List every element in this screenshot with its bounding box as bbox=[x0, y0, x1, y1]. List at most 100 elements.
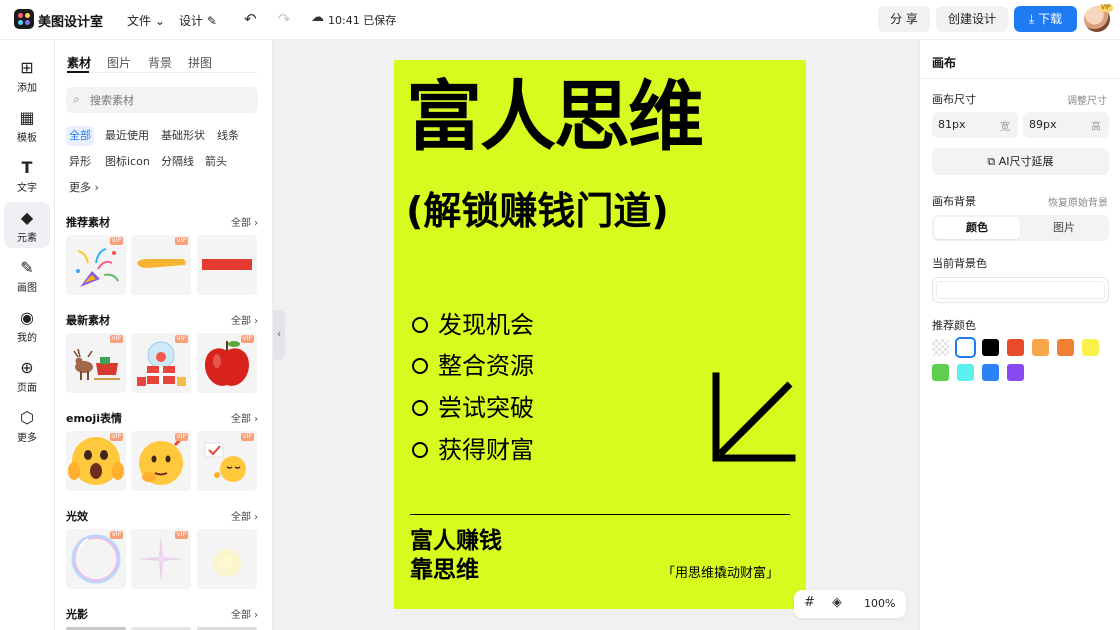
color-swatch-black[interactable] bbox=[982, 339, 999, 356]
color-swatch-light-orange[interactable] bbox=[1032, 339, 1049, 356]
download-button[interactable]: ⤓ 下载 bbox=[1014, 6, 1077, 32]
section-title: 光影 bbox=[66, 608, 88, 621]
height-value: 89px bbox=[1029, 118, 1057, 131]
chip-recent[interactable]: 最近使用 bbox=[102, 126, 152, 146]
panel-divider bbox=[920, 78, 1120, 79]
arrow-down-left-icon[interactable] bbox=[706, 368, 796, 468]
chip-basic-shapes[interactable]: 基础形状 bbox=[158, 126, 208, 146]
tab-background[interactable]: 背景 bbox=[148, 54, 172, 71]
chip-lines[interactable]: 线条 bbox=[214, 126, 242, 146]
chip-more[interactable]: 更多 › bbox=[66, 178, 102, 198]
circle-bullet-icon bbox=[412, 442, 428, 458]
poster-footer-line1[interactable]: 富人赚钱 bbox=[410, 527, 502, 555]
color-swatch-red[interactable] bbox=[1007, 339, 1024, 356]
poster-footer-line2[interactable]: 靠思维 bbox=[410, 556, 479, 584]
color-swatch-green[interactable] bbox=[932, 364, 949, 381]
app-logo-icon[interactable] bbox=[14, 9, 34, 29]
rail-item-mine[interactable]: ◉ 我的 bbox=[4, 302, 50, 348]
search-box[interactable]: ⌕ bbox=[66, 87, 258, 113]
section-more-link[interactable]: 全部 › bbox=[231, 312, 258, 327]
background-type-toggle: 颜色 图片 bbox=[932, 215, 1109, 241]
ai-extend-button[interactable]: ⧉ AI尺寸延展 bbox=[932, 148, 1109, 175]
tab-material[interactable]: 素材 bbox=[67, 54, 91, 71]
height-field[interactable]: 89px 高 bbox=[1023, 112, 1109, 138]
poster-canvas[interactable]: 富人思维 (解锁赚钱门道) 发现机会 整合资源 尝试突破 获得财富 富人赚钱 靠… bbox=[394, 60, 806, 609]
chip-dividers[interactable]: 分隔线 bbox=[158, 152, 197, 172]
color-swatch-cyan[interactable] bbox=[957, 364, 974, 381]
poster-subtitle[interactable]: (解锁赚钱门道) bbox=[406, 188, 669, 234]
design-menu[interactable]: 设计 ✎ bbox=[179, 12, 217, 29]
ai-extend-icon: ⧉ bbox=[987, 155, 996, 168]
zoom-level[interactable]: 100% bbox=[864, 597, 895, 610]
material-yellow-glow[interactable] bbox=[197, 529, 257, 589]
share-button[interactable]: 分 享 bbox=[878, 6, 930, 32]
current-bg-color-field[interactable] bbox=[932, 277, 1109, 303]
tab-collage[interactable]: 拼图 bbox=[188, 54, 212, 71]
material-sleepy-emoji[interactable]: VIP bbox=[197, 431, 257, 491]
seg-color[interactable]: 颜色 bbox=[934, 217, 1020, 239]
color-swatch-orange[interactable] bbox=[1057, 339, 1074, 356]
section-more-label: 全部 bbox=[231, 512, 251, 523]
section-title: 光效 bbox=[66, 510, 88, 523]
color-swatch-transparent[interactable] bbox=[932, 339, 949, 356]
tab-image[interactable]: 图片 bbox=[107, 54, 131, 71]
properties-panel: 画布 画布尺寸 调整尺寸 81px 宽 89px 高 ⧉ AI尺寸延展 画布背景… bbox=[919, 40, 1120, 630]
material-red-apple[interactable]: VIP bbox=[197, 333, 257, 393]
redo-icon[interactable]: ↷ bbox=[278, 10, 291, 28]
width-field[interactable]: 81px 宽 bbox=[932, 112, 1018, 138]
poster-list-item[interactable]: 整合资源 bbox=[412, 351, 534, 381]
chevron-down-icon: ⌄ bbox=[154, 14, 165, 28]
layers-icon[interactable]: ◈ bbox=[832, 595, 842, 610]
material-screaming-emoji[interactable]: VIP bbox=[66, 431, 126, 491]
material-christmas-gift[interactable]: VIP bbox=[131, 333, 191, 393]
poster-list-item[interactable]: 获得财富 bbox=[412, 435, 534, 465]
plus-square-icon: ⊞ bbox=[20, 58, 34, 77]
material-reindeer-sleigh[interactable]: VIP bbox=[66, 333, 126, 393]
section-more-link[interactable]: 全部 › bbox=[231, 508, 258, 523]
chip-arrows[interactable]: 箭头 bbox=[202, 152, 230, 172]
adjust-size-link[interactable]: 调整尺寸 bbox=[1067, 92, 1107, 107]
rail-item-draw[interactable]: ✎ 画图 bbox=[4, 252, 50, 298]
file-menu[interactable]: 文件 ⌄ bbox=[127, 12, 165, 29]
material-yellow-stroke[interactable]: VIP bbox=[131, 235, 191, 295]
app-name[interactable]: 美图设计室 bbox=[38, 11, 103, 30]
section-more-link[interactable]: 全部 › bbox=[231, 606, 258, 621]
restore-background-link[interactable]: 恢复原始背景 bbox=[1048, 194, 1108, 209]
color-swatch-purple[interactable] bbox=[1007, 364, 1024, 381]
color-swatch-blue[interactable] bbox=[982, 364, 999, 381]
rail-item-add[interactable]: ⊞ 添加 bbox=[4, 52, 50, 98]
chip-special-shape[interactable]: 异形 bbox=[66, 152, 94, 172]
search-input[interactable] bbox=[90, 91, 250, 109]
section-more-link[interactable]: 全部 › bbox=[231, 410, 258, 425]
collapse-panel-handle[interactable]: ‹ bbox=[273, 310, 285, 360]
canvas-background-label: 画布背景 bbox=[932, 195, 976, 208]
poster-slogan[interactable]: 「用思维撬动财富」 bbox=[662, 565, 779, 583]
section-more-link[interactable]: 全部 › bbox=[231, 214, 258, 229]
panel-title: 画布 bbox=[932, 56, 957, 70]
material-thinking-emoji[interactable]: VIP bbox=[131, 431, 191, 491]
material-red-bar[interactable] bbox=[197, 235, 257, 295]
rail-item-text[interactable]: T 文字 bbox=[4, 152, 50, 198]
vip-badge: VIP bbox=[174, 237, 188, 245]
rail-item-more[interactable]: ⬡ 更多 bbox=[4, 402, 50, 448]
chip-all[interactable]: 全部 bbox=[66, 126, 94, 146]
rail-item-template[interactable]: ▦ 模板 bbox=[4, 102, 50, 148]
color-swatch-yellow[interactable] bbox=[1082, 339, 1099, 356]
chip-icons[interactable]: 图标icon bbox=[102, 152, 153, 172]
create-design-button[interactable]: 创建设计 bbox=[936, 6, 1008, 32]
rail-item-elements[interactable]: ◆ 元素 bbox=[4, 202, 50, 248]
poster-list-item[interactable]: 尝试突破 bbox=[412, 393, 534, 423]
material-party-popper[interactable]: VIP bbox=[66, 235, 126, 295]
poster-divider[interactable] bbox=[410, 514, 790, 515]
ai-extend-label: AI尺寸延展 bbox=[998, 155, 1054, 168]
undo-icon[interactable]: ↶ bbox=[244, 10, 257, 28]
poster-list-item[interactable]: 发现机会 bbox=[412, 310, 534, 340]
color-swatch-white[interactable] bbox=[957, 339, 974, 356]
material-bubble-ring[interactable]: VIP bbox=[66, 529, 126, 589]
rail-item-page[interactable]: ⊕ 页面 bbox=[4, 352, 50, 398]
material-star-sparkle[interactable]: VIP bbox=[131, 529, 191, 589]
seg-image[interactable]: 图片 bbox=[1021, 217, 1107, 239]
canvas-size-label: 画布尺寸 bbox=[932, 93, 976, 106]
poster-title[interactable]: 富人思维 bbox=[406, 74, 704, 160]
grid-icon[interactable]: # bbox=[804, 595, 815, 610]
